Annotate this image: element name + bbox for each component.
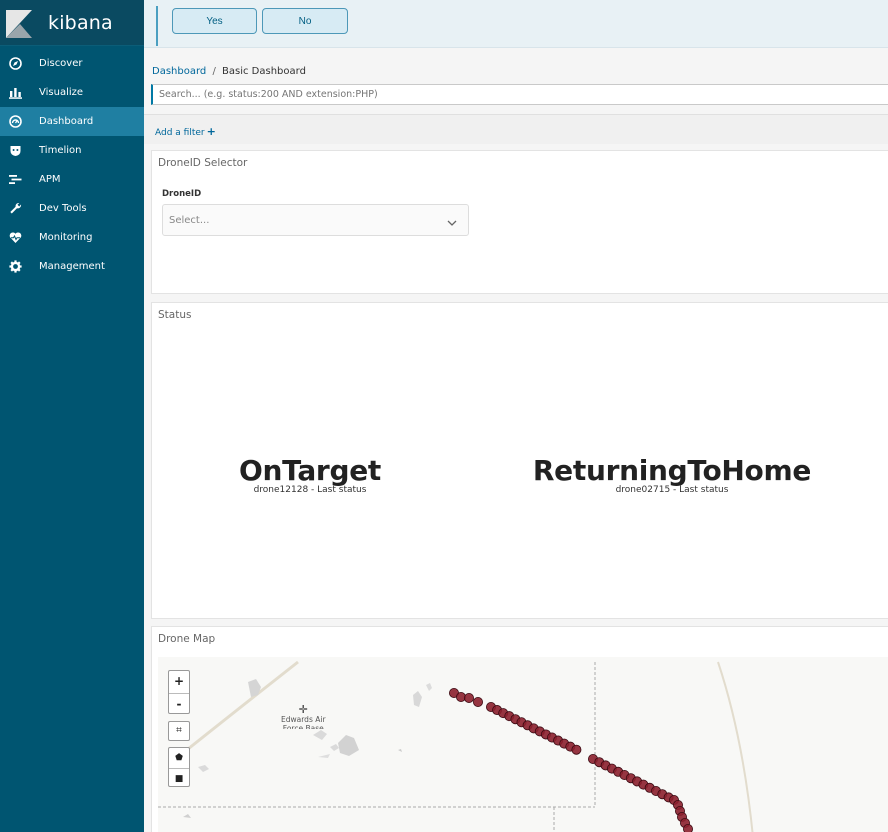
- bar-chart-icon: [8, 86, 22, 100]
- plus-icon: +: [206, 125, 216, 138]
- status-metric-2: ReturningToHome drone02715 - Last status: [532, 454, 812, 496]
- sidebar-item-visualize[interactable]: Visualize: [0, 78, 144, 107]
- map-place-name: Edwards Air: [281, 715, 326, 724]
- gear-icon: [8, 260, 22, 274]
- search-input[interactable]: [151, 84, 888, 105]
- sidebar-item-label: Monitoring: [39, 232, 93, 243]
- add-filter-link[interactable]: Add a filter +: [155, 125, 216, 138]
- map-canvas[interactable]: ✛ Edwards Air Force Base + - ⌗ ⬟ ■: [158, 657, 888, 832]
- metric-value: ReturningToHome: [532, 454, 812, 487]
- breadcrumb-separator: /: [212, 66, 216, 77]
- draw-control: ⬟ ■: [168, 747, 190, 787]
- zoom-out-button[interactable]: -: [169, 693, 189, 715]
- breadcrumb-dashboard-link[interactable]: Dashboard: [152, 66, 206, 77]
- rectangle-icon: ■: [174, 774, 184, 784]
- zoom-control: + -: [168, 670, 190, 714]
- apm-icon: [8, 173, 22, 187]
- droneid-select[interactable]: Select...: [162, 204, 469, 236]
- sidebar-item-label: Dev Tools: [39, 203, 87, 214]
- confirm-bar-accent: [156, 6, 158, 46]
- sidebar-nav: Discover Visualize Dashboard Timelion AP…: [0, 49, 144, 281]
- metric-value: OnTarget: [239, 454, 381, 487]
- sidebar-item-label: Dashboard: [39, 116, 94, 127]
- sidebar-item-discover[interactable]: Discover: [0, 49, 144, 78]
- droneid-selector-panel: DroneID Selector DroneID Select...: [151, 150, 888, 294]
- brand-name: kibana: [48, 11, 113, 34]
- fit-bounds-button[interactable]: ⌗: [168, 721, 190, 741]
- fit-bounds-icon: ⌗: [176, 725, 182, 736]
- sidebar-item-label: Visualize: [39, 87, 84, 98]
- breadcrumb-current: Basic Dashboard: [222, 66, 306, 77]
- drone-position-marker[interactable]: [571, 744, 582, 755]
- heartbeat-icon: [8, 231, 22, 245]
- kibana-logo-icon: [6, 0, 36, 46]
- dashboard-icon: [8, 115, 22, 129]
- compass-icon: [8, 57, 22, 71]
- sidebar-item-label: Timelion: [39, 145, 82, 156]
- drone-position-marker[interactable]: [683, 824, 693, 832]
- select-placeholder: Select...: [169, 215, 210, 226]
- sidebar-item-dashboard[interactable]: Dashboard: [0, 107, 144, 136]
- drone-map-panel: Drone Map ✛ Edwards Air Force Base + - ⌗…: [151, 626, 888, 832]
- sidebar-item-monitoring[interactable]: Monitoring: [0, 223, 144, 252]
- chevron-down-icon: [446, 214, 458, 226]
- shield-icon: [8, 144, 22, 158]
- confirm-bar: Yes No: [144, 0, 888, 48]
- status-metric-1: OnTarget drone12128 - Last status: [210, 454, 410, 496]
- filter-bar: Add a filter +: [144, 114, 888, 144]
- sidebar: kibana Discover Visualize Dashboard Time…: [0, 0, 144, 832]
- sidebar-item-management[interactable]: Management: [0, 252, 144, 281]
- sidebar-item-timelion[interactable]: Timelion: [0, 136, 144, 165]
- sidebar-item-dev-tools[interactable]: Dev Tools: [0, 194, 144, 223]
- airport-icon: ✛: [298, 703, 308, 716]
- add-filter-label: Add a filter: [155, 128, 205, 138]
- no-button[interactable]: No: [262, 8, 348, 34]
- draw-rectangle-button[interactable]: ■: [169, 768, 189, 788]
- breadcrumb: Dashboard / Basic Dashboard: [152, 66, 306, 77]
- map-place-label: ✛ Edwards Air Force Base: [281, 703, 326, 729]
- panel-title: Drone Map: [158, 633, 216, 645]
- panel-title: Status: [158, 309, 192, 321]
- wrench-icon: [8, 202, 22, 216]
- status-panel: Status OnTarget drone12128 - Last status…: [151, 302, 888, 619]
- polygon-icon: ⬟: [175, 753, 183, 763]
- zoom-in-button[interactable]: +: [169, 671, 189, 693]
- map-place-name-2: Force Base: [282, 724, 324, 729]
- sidebar-item-label: Discover: [39, 58, 83, 69]
- panel-title: DroneID Selector: [158, 157, 248, 169]
- drone-track-markers: [448, 687, 693, 832]
- draw-polygon-button[interactable]: ⬟: [169, 748, 189, 768]
- sidebar-item-apm[interactable]: APM: [0, 165, 144, 194]
- droneid-label: DroneID: [162, 189, 202, 199]
- drone-position-marker[interactable]: [463, 693, 474, 704]
- yes-button[interactable]: Yes: [172, 8, 257, 34]
- sidebar-item-label: APM: [39, 174, 61, 185]
- brand[interactable]: kibana: [0, 0, 144, 46]
- sidebar-item-label: Management: [39, 261, 105, 272]
- drone-position-marker[interactable]: [472, 697, 483, 708]
